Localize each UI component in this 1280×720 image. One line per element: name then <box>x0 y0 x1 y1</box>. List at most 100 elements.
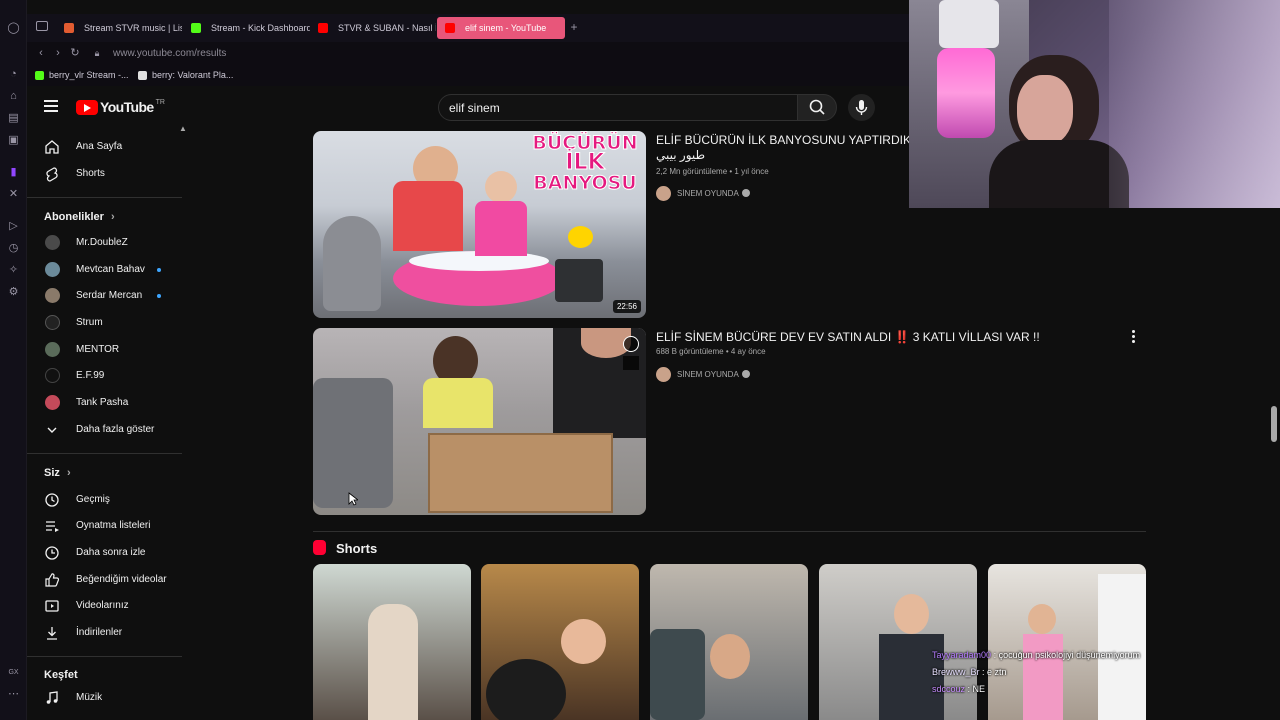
gx-corner-icon[interactable]: ⌂ <box>7 90 20 103</box>
explore-header: Keşfet <box>44 669 78 681</box>
search-input[interactable]: elif sinem ✕ <box>438 94 824 121</box>
sidebar-item-history[interactable]: Geçmiş <box>27 487 187 513</box>
sidebar-item-watch-later[interactable]: Daha sonra izle <box>27 540 187 566</box>
kick-icon <box>35 71 44 80</box>
tab-stream-music[interactable]: Stream STVR music | Liste <box>56 17 182 39</box>
sidebar-item-subscription[interactable]: Mevtcan Bahav <box>27 257 187 283</box>
watch-later-icon[interactable] <box>623 336 639 352</box>
avatar <box>45 368 60 383</box>
avatar <box>45 315 60 330</box>
sidebar-item-show-more[interactable]: Daha fazla göster <box>27 417 187 443</box>
video-title[interactable]: ELİF SİNEM BÜCÜRE DEV EV SATIN ALDI ‼️ 3… <box>656 330 1040 345</box>
youtube-guide-sidebar: ▲ Ana Sayfa Shorts Abonelikler › Mr.Doub… <box>27 124 192 720</box>
extensions-icon[interactable]: ✧ <box>7 264 20 277</box>
girl-graphic <box>894 594 929 634</box>
sidebar-item-shorts[interactable]: Shorts <box>27 161 187 187</box>
sidebar-item-subscription[interactable]: MENTOR <box>27 337 187 363</box>
more-actions-icon[interactable] <box>1132 330 1136 344</box>
video-meta: 2,2 Mn görüntüleme • 1 yıl önce <box>656 167 769 176</box>
gx-news-icon[interactable]: ▤ <box>7 112 20 125</box>
tab-kick-dashboard[interactable]: Stream - Kick Dashboard <box>183 17 310 39</box>
workspace-icon[interactable] <box>36 21 48 31</box>
video-meta: 688 B görüntüleme • 4 ay önce <box>656 347 766 356</box>
tab-favicon-icon <box>64 23 74 33</box>
video-thumbnail[interactable]: BÜCÜRÜN İLK BANYOSU 22:56 <box>313 131 646 318</box>
sidebar-item-subscription[interactable]: Tank Pasha <box>27 390 187 416</box>
gx-control-icon[interactable]: ◔ <box>7 68 20 81</box>
short-thumbnail[interactable] <box>650 564 808 720</box>
x-icon[interactable]: ✕ <box>7 188 20 201</box>
chat-message: Brewww_Br : e ztn <box>932 667 1007 677</box>
gx-messenger-icon[interactable]: ▣ <box>7 134 20 147</box>
menu-icon[interactable] <box>44 100 58 112</box>
lock-icon: 🔒︎ <box>94 48 100 58</box>
history-rail-icon[interactable]: ◷ <box>7 242 20 255</box>
reload-button[interactable]: ↻ <box>69 47 81 59</box>
tab-youtube-search[interactable]: elif sinem - YouTube <box>437 17 565 39</box>
sidebar-item-downloads[interactable]: İndirilenler <box>27 620 187 646</box>
sidebar-item-subscription[interactable]: E.F.99 <box>27 363 187 389</box>
add-to-queue-icon[interactable] <box>623 356 639 370</box>
back-button[interactable]: ‹ <box>35 47 47 59</box>
chevron-right-icon: › <box>66 467 71 479</box>
mic-mount-graphic <box>939 0 999 48</box>
search-button[interactable] <box>797 94 837 121</box>
sidebar-item-playlists[interactable]: Oynatma listeleri <box>27 513 187 539</box>
youtube-favicon-icon <box>445 23 455 33</box>
streamer-face-graphic <box>1017 75 1073 145</box>
you-header[interactable]: Siz › <box>44 467 71 479</box>
page-scrollbar[interactable] <box>1271 406 1277 442</box>
bookmark-valorant[interactable]: berry: Valorant Pla... <box>138 70 233 80</box>
search-icon <box>809 99 825 115</box>
verified-icon <box>741 189 750 197</box>
tab-youtube-video[interactable]: STVR & SUBAN - Nasıl İste <box>310 17 436 39</box>
curtain-lights-graphic <box>1109 0 1280 208</box>
player-icon[interactable]: ▷ <box>7 220 20 233</box>
tracker-icon <box>138 71 147 80</box>
sidebar-item-subscription[interactable]: Strum <box>27 310 187 336</box>
cardboard-box-graphic <box>428 433 613 513</box>
settings-icon[interactable]: ⚙ <box>7 286 20 299</box>
video-result[interactable]: ELİF SİNEM BÜCÜRE DEV EV SATIN ALDI ‼️ 3… <box>313 328 1146 516</box>
channel-name[interactable]: SİNEM OYUNDA <box>656 367 750 382</box>
avatar <box>45 395 60 410</box>
webcam-overlay <box>909 0 1280 208</box>
voice-search-button[interactable] <box>848 94 875 121</box>
mouse-cursor-icon <box>348 492 358 506</box>
sidebar-item-subscription[interactable]: Serdar Mercan <box>27 283 187 309</box>
home-icon <box>45 140 59 154</box>
opera-logo-icon[interactable]: ◯ <box>7 22 20 35</box>
bookmark-kick-stream[interactable]: berry_vlr Stream -... <box>35 70 129 80</box>
sidebar-item-liked-videos[interactable]: Beğendiğim videolar <box>27 567 187 593</box>
sidebar-item-your-videos[interactable]: Videolarınız <box>27 593 187 619</box>
url-field[interactable]: www.youtube.com/results <box>113 48 226 59</box>
sidebar-divider <box>27 656 182 657</box>
avatar <box>45 342 60 357</box>
forward-button[interactable]: › <box>52 47 64 59</box>
sidebar-item-music[interactable]: Müzik <box>27 685 187 711</box>
chat-message: Tayyaradam00 : çocuğun psikolojiyi düşün… <box>932 650 1141 660</box>
sofa-graphic <box>313 378 393 508</box>
sidebar-divider <box>27 453 182 454</box>
kick-icon <box>191 23 201 33</box>
thumbnail-caption: BÜCÜRÜN İLK BANYOSU <box>532 132 638 194</box>
sidebar-scroll-up-icon[interactable]: ▲ <box>179 124 187 133</box>
your-videos-icon <box>45 600 59 612</box>
downloads-icon <box>47 627 57 640</box>
short-thumbnail[interactable] <box>313 564 471 720</box>
youtube-logo[interactable]: YouTube TR <box>76 99 165 115</box>
video-thumbnail[interactable] <box>313 328 646 515</box>
channel-name[interactable]: SİNEM OYUNDA <box>656 186 750 201</box>
sidebar-item-subscription[interactable]: Mr.DoubleZ <box>27 230 187 256</box>
twitch-icon[interactable]: ▮ <box>7 166 20 179</box>
subscriptions-header[interactable]: Abonelikler › <box>44 211 115 223</box>
more-rail-icon[interactable]: ⋯ <box>7 688 20 701</box>
sidebar-item-home[interactable]: Ana Sayfa <box>27 134 187 160</box>
new-tab-button[interactable]: + <box>567 20 581 34</box>
girl-graphic <box>561 619 606 664</box>
short-thumbnail[interactable] <box>481 564 639 720</box>
chevron-down-icon <box>47 427 57 433</box>
streamer-shirt-graphic <box>989 140 1129 208</box>
video-title[interactable]: ELİF BÜCÜRÜN İLK BANYOSUNU YAPTIRDIK !! … <box>656 133 932 163</box>
sidebar-divider <box>27 197 182 198</box>
